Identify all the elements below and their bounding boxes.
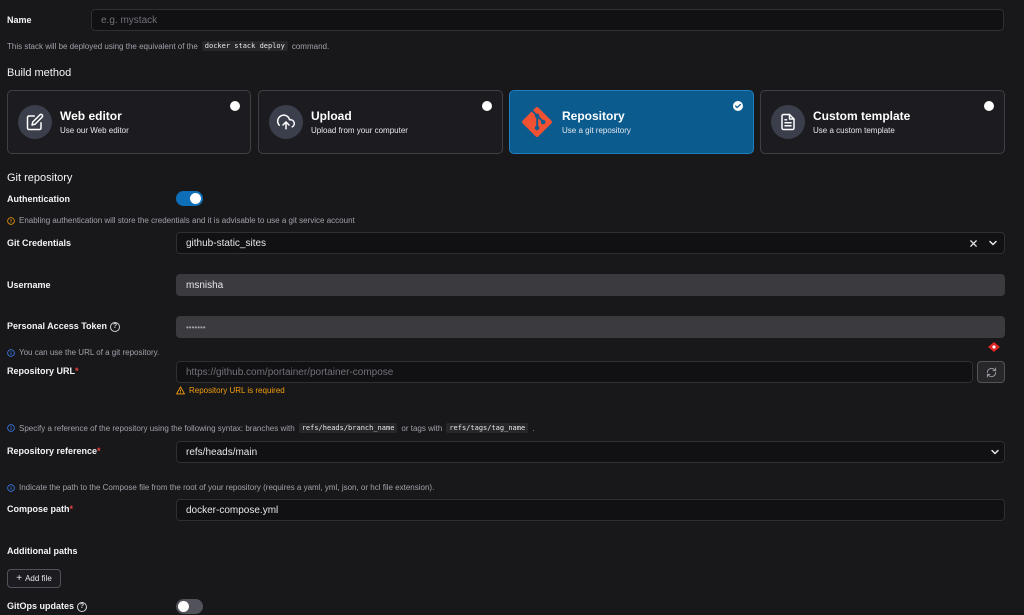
gitops-label: GitOps updates [7, 601, 75, 611]
ref-hint-suffix: . [532, 423, 535, 433]
build-option-web-editor[interactable]: Web editor Use our Web editor [7, 90, 251, 154]
required-marker: * [75, 366, 79, 376]
build-method-title: Build method [7, 67, 72, 79]
warning-circle-icon [7, 216, 15, 225]
repository-url-placeholder: https://github.com/portainer/portainer-c… [186, 366, 394, 378]
build-option-desc: Upload from your computer [311, 126, 408, 135]
build-option-title: Repository [562, 109, 625, 123]
authentication-label: Authentication [7, 194, 70, 204]
gitops-toggle[interactable] [176, 599, 203, 614]
username-value: msnisha [186, 279, 224, 291]
info-icon [7, 424, 15, 432]
token-input[interactable]: ••••••• [176, 316, 1005, 338]
git-credentials-value: github-static_sites [186, 237, 267, 249]
radio-button[interactable] [230, 101, 240, 111]
info-icon [7, 348, 15, 357]
compose-path-label: Compose path [7, 504, 70, 514]
required-marker: * [69, 504, 74, 514]
chevron-down-icon[interactable] [988, 238, 998, 248]
authentication-toggle[interactable] [176, 191, 203, 206]
build-option-title: Custom template [813, 109, 911, 123]
build-option-desc: Use our Web editor [60, 126, 129, 135]
ref-hint-code-branch: refs/heads/branch_name [298, 423, 398, 433]
git-icon [520, 105, 554, 139]
refresh-icon [986, 366, 996, 378]
radio-button-checked[interactable] [733, 101, 743, 111]
name-hint-code: docker stack deploy [201, 41, 288, 51]
url-hint: You can use the URL of a git repository. [7, 348, 159, 357]
url-error: Repository URL is required [176, 386, 285, 395]
url-error-text: Repository URL is required [189, 386, 285, 395]
compose-hint: Indicate the path to the Compose file fr… [7, 483, 434, 492]
username-label: Username [7, 280, 51, 290]
repository-url-label-group: Repository URL* [7, 366, 79, 376]
add-file-button[interactable]: + Add file [7, 569, 61, 588]
help-icon[interactable]: ? [110, 321, 121, 332]
additional-paths-label: Additional paths [7, 546, 78, 556]
compose-hint-text: Indicate the path to the Compose file fr… [19, 483, 435, 492]
build-option-desc: Use a custom template [813, 126, 895, 135]
ref-hint: Specify a reference of the repository us… [7, 423, 534, 433]
warning-triangle-icon [176, 386, 185, 395]
build-option-custom-template[interactable]: Custom template Use a custom template [760, 90, 1005, 154]
repository-reference-label-group: Repository reference* [7, 446, 101, 456]
gitops-label-group: GitOps updates? [7, 601, 88, 612]
build-option-desc: Use a git repository [562, 126, 631, 135]
repository-reference-value: refs/heads/main [186, 446, 258, 458]
refresh-button[interactable] [977, 361, 1005, 383]
build-option-upload[interactable]: Upload Upload from your computer [258, 90, 503, 154]
build-option-repository[interactable]: Repository Use a git repository [509, 90, 754, 154]
file-text-icon [771, 105, 805, 139]
repository-url-input[interactable]: https://github.com/portainer/portainer-c… [176, 361, 973, 383]
password-manager-icon[interactable] [987, 341, 1001, 353]
repository-reference-label: Repository reference [7, 446, 98, 456]
name-hint-text: This stack will be deployed using the eq… [7, 41, 198, 51]
repository-url-label: Repository URL [7, 366, 76, 376]
git-repository-title: Git repository [7, 172, 73, 184]
build-option-title: Web editor [60, 109, 122, 123]
toggle-knob [178, 601, 189, 612]
ref-hint-code-tag: refs/tags/tag_name [446, 423, 529, 433]
compose-path-input[interactable]: docker-compose.yml [176, 499, 1005, 521]
add-file-label: Add file [25, 574, 52, 583]
upload-icon [269, 105, 303, 139]
toggle-knob [190, 193, 201, 204]
name-input[interactable]: e.g. mystack [91, 9, 1004, 31]
info-icon [7, 483, 15, 492]
build-option-title: Upload [311, 109, 352, 123]
check-icon [734, 103, 742, 109]
username-input[interactable]: msnisha [176, 274, 1005, 296]
help-icon[interactable]: ? [77, 601, 88, 612]
ref-hint-mid: or tags with [401, 423, 443, 433]
radio-button[interactable] [482, 101, 492, 111]
repository-reference-select[interactable]: refs/heads/main [176, 441, 1005, 463]
name-hint: This stack will be deployed using the eq… [7, 41, 329, 51]
radio-button[interactable] [984, 101, 994, 111]
compose-path-value: docker-compose.yml [186, 504, 279, 516]
token-label: Personal Access Token [7, 321, 108, 331]
git-credentials-label: Git Credentials [7, 238, 72, 248]
auth-warning: Enabling authentication will store the c… [7, 216, 355, 225]
name-label: Name [7, 15, 32, 25]
name-hint-suffix: command. [291, 41, 330, 51]
auth-warning-text: Enabling authentication will store the c… [19, 216, 355, 225]
edit-icon [18, 105, 52, 139]
chevron-down-icon[interactable] [990, 447, 1000, 457]
clear-icon[interactable] [969, 239, 978, 248]
token-label-group: Personal Access Token? [7, 321, 121, 332]
plus-icon: + [16, 573, 23, 584]
ref-hint-text: Specify a reference of the repository us… [19, 423, 295, 433]
required-marker: * [97, 446, 101, 456]
url-hint-text: You can use the URL of a git repository. [19, 348, 160, 357]
name-placeholder: e.g. mystack [101, 14, 158, 26]
select-controls [969, 238, 998, 248]
git-credentials-select[interactable]: github-static_sites [176, 232, 1005, 254]
compose-path-label-group: Compose path* [7, 504, 73, 514]
token-value: ••••••• [186, 322, 206, 332]
